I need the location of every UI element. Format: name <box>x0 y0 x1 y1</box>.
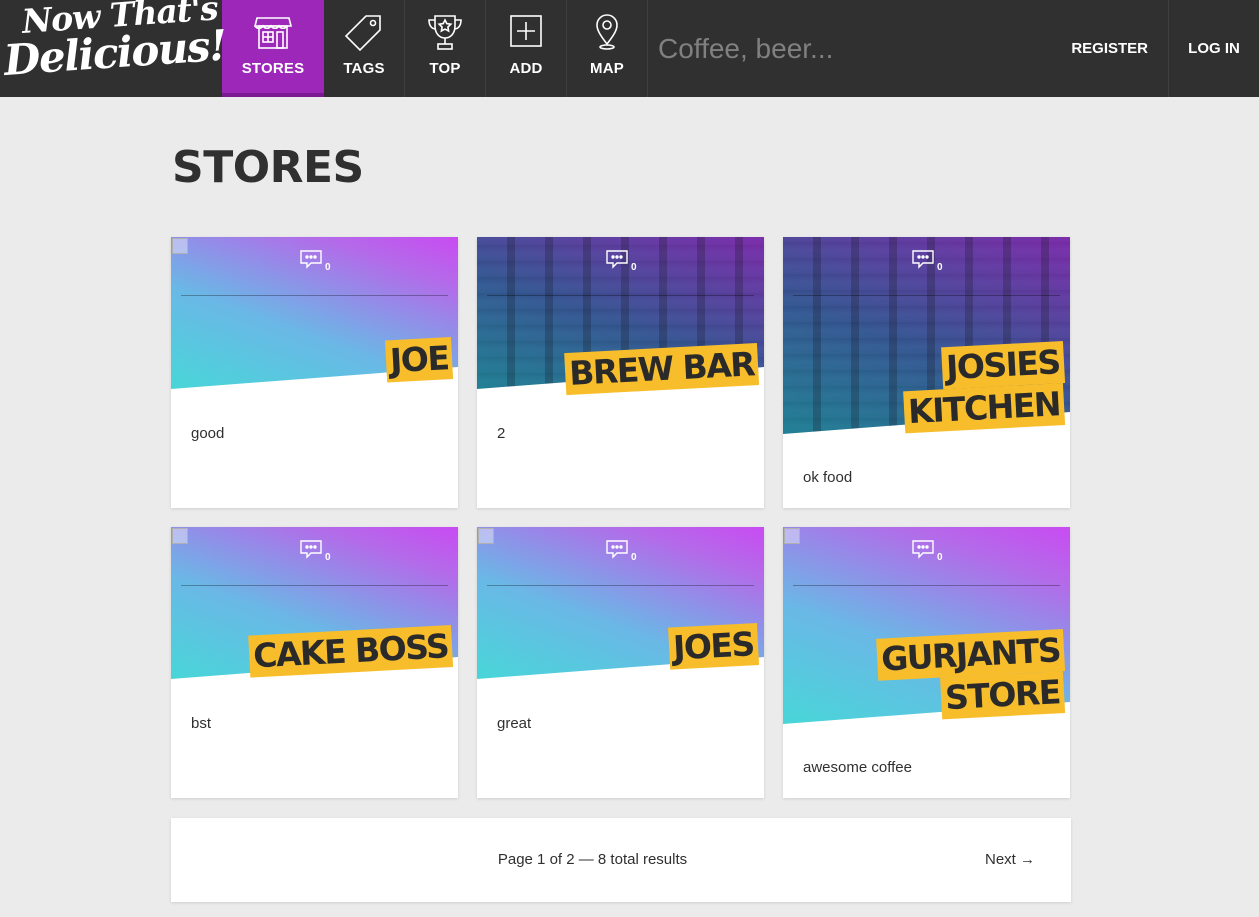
comment-count: 0 <box>937 552 943 563</box>
store-description: 2 <box>497 425 506 442</box>
pagination: Page 1 of 2 — 8 total results Next → <box>171 818 1071 902</box>
store-title-line: KITCHEN <box>903 383 1066 434</box>
nav-item-label: STORES <box>241 60 305 77</box>
comment-icon <box>912 250 934 269</box>
add-icon <box>510 15 542 47</box>
brand-logo[interactable]: Now That's Delicious! <box>0 0 227 97</box>
store-title-line: STORE <box>940 671 1066 720</box>
store-card[interactable]: 0 CAKE BOSS bst <box>171 527 458 798</box>
store-title[interactable]: CAKE BOSS <box>248 625 454 678</box>
store-icon <box>253 17 293 49</box>
account-links: REGISTER LOG IN <box>1051 0 1259 97</box>
store-comments[interactable]: 0 <box>605 249 637 274</box>
search-bar <box>648 0 1048 97</box>
search-input[interactable] <box>658 32 1038 65</box>
nav-item-label: ADD <box>509 60 543 77</box>
hero-divider <box>793 295 1060 296</box>
store-description: bst <box>191 715 212 732</box>
store-card[interactable]: 0 BREW BAR 2 <box>477 237 764 508</box>
store-description: awesome coffee <box>803 759 912 776</box>
store-title[interactable]: JOSIES KITCHEN <box>903 341 1066 434</box>
store-card[interactable]: 0 GURJANTS STORE awesome coffee <box>783 527 1070 798</box>
store-title[interactable]: GURJANTS STORE <box>876 629 1066 720</box>
store-title[interactable]: JOES <box>668 623 760 670</box>
store-title[interactable]: JOE <box>384 337 454 383</box>
nav-item-top[interactable]: TOP <box>405 0 486 97</box>
tag-icon <box>344 15 381 52</box>
broken-image-icon <box>784 528 800 544</box>
next-page-link[interactable]: Next → <box>985 851 1035 868</box>
comment-icon <box>300 250 322 269</box>
register-link[interactable]: REGISTER <box>1051 0 1168 97</box>
nav-item-add[interactable]: ADD <box>486 0 567 97</box>
store-title-line: JOE <box>384 337 454 383</box>
nav-item-label: MAP <box>590 60 624 77</box>
nav-item-tags[interactable]: TAGS <box>324 0 405 97</box>
comment-count: 0 <box>631 552 637 563</box>
store-title[interactable]: BREW BAR <box>564 343 760 396</box>
hero-divider <box>793 585 1060 586</box>
store-card[interactable]: 0 JOE good <box>171 237 458 508</box>
store-comments[interactable]: 0 <box>911 249 943 274</box>
comment-icon <box>300 540 322 559</box>
broken-image-icon <box>172 528 188 544</box>
nav-item-map[interactable]: MAP <box>567 0 648 97</box>
store-comments[interactable]: 0 <box>299 539 331 564</box>
pagination-info: Page 1 of 2 — 8 total results <box>497 851 688 868</box>
comment-icon <box>606 250 628 269</box>
nav-item-label: TOP <box>429 60 461 77</box>
store-card[interactable]: 0 JOSIES KITCHEN ok food <box>783 237 1070 508</box>
store-description: good <box>191 425 225 442</box>
hero-divider <box>487 585 754 586</box>
comment-count: 0 <box>325 262 331 273</box>
login-link[interactable]: LOG IN <box>1168 0 1259 97</box>
store-comments[interactable]: 0 <box>605 539 637 564</box>
store-title-line: JOES <box>668 623 760 670</box>
hero-divider <box>181 585 448 586</box>
hero-divider <box>487 295 754 296</box>
comment-count: 0 <box>937 262 943 273</box>
comment-icon <box>912 540 934 559</box>
nav-item-stores[interactable]: STORES <box>222 0 324 97</box>
nav-item-label: TAGS <box>343 60 385 77</box>
page-title: STORES <box>172 142 364 193</box>
broken-image-icon <box>478 528 494 544</box>
store-description: ok food <box>803 469 853 486</box>
broken-image-icon <box>172 238 188 254</box>
store-title-line: JOSIES <box>941 341 1066 390</box>
store-card[interactable]: 0 JOES great <box>477 527 764 798</box>
map-pin-icon <box>596 14 618 50</box>
comment-count: 0 <box>325 552 331 563</box>
store-comments[interactable]: 0 <box>299 249 331 274</box>
hero-divider <box>181 295 448 296</box>
trophy-icon <box>428 15 462 50</box>
store-comments[interactable]: 0 <box>911 539 943 564</box>
comment-icon <box>606 540 628 559</box>
store-description: great <box>497 715 532 732</box>
comment-count: 0 <box>631 262 637 273</box>
top-navigation: Now That's Delicious! STORES TAGS TOP AD… <box>0 0 1259 97</box>
